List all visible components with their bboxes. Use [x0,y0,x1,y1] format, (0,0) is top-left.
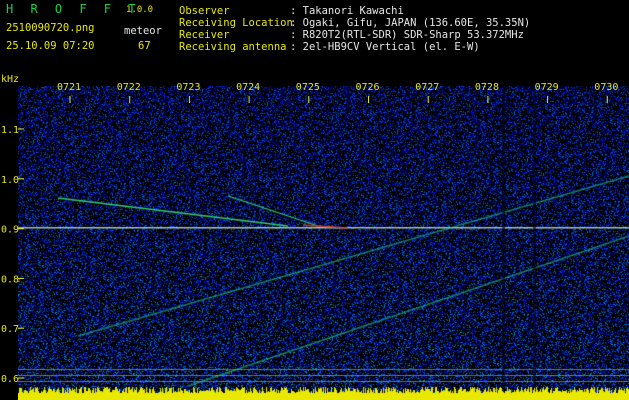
info-label-observer: Observer [179,5,230,17]
info-label-location: Receiving Location [179,17,293,29]
y-tick-label: 1.1 [1,125,19,136]
meteor-label: meteor [124,25,162,37]
spectrogram-axes: kHz 0721 0722 0723 0724 0725 0726 0727 0728 0729… [1,74,618,385]
info-label-antenna: Receiving antenna [179,41,287,53]
x-tick-label: 0729 [535,82,559,93]
info-value-antenna: : 2el-HB9CV Vertical (el. E-W) [290,41,480,53]
y-tick-label: 0.7 [1,324,19,335]
app-version: 1.0.0 [126,5,154,15]
app-logo: H R O F F T [6,2,141,16]
x-tick-label: 0726 [356,82,380,93]
x-tick-label: 0730 [594,82,618,93]
capture-datetime: 25.10.09 07:20 [6,40,95,52]
x-tick-label: 0728 [475,82,499,93]
axis-unit-label: kHz [1,74,19,85]
x-tick-label: 0727 [415,82,439,93]
meteor-count: 67 [138,40,151,52]
y-axis-ticks: 1.1 1.0 0.9 0.8 0.7 0.6 [1,125,24,385]
x-axis-ticks: 0721 0722 0723 0724 0725 0726 0727 0728 0729 0730 [57,82,618,103]
x-tick-label: 0725 [296,82,320,93]
y-tick-label: 0.8 [1,274,19,285]
x-tick-label: 0721 [57,82,81,93]
info-label-receiver: Receiver [179,29,230,41]
x-tick-label: 0722 [117,82,141,93]
info-value-receiver: : R820T2(RTL-SDR) SDR-Sharp 53.372MHz [290,29,524,41]
info-value-location: : Ogaki, Gifu, JAPAN (136.60E, 35.35N) [290,17,531,29]
y-tick-label: 1.0 [1,175,19,186]
y-tick-label: 0.6 [1,374,19,385]
info-value-observer: : Takanori Kawachi [290,5,404,17]
y-tick-label: 0.9 [1,225,19,236]
capture-filename: 2510090720.png [6,22,95,34]
x-tick-label: 0724 [236,82,260,93]
x-tick-label: 0723 [176,82,200,93]
